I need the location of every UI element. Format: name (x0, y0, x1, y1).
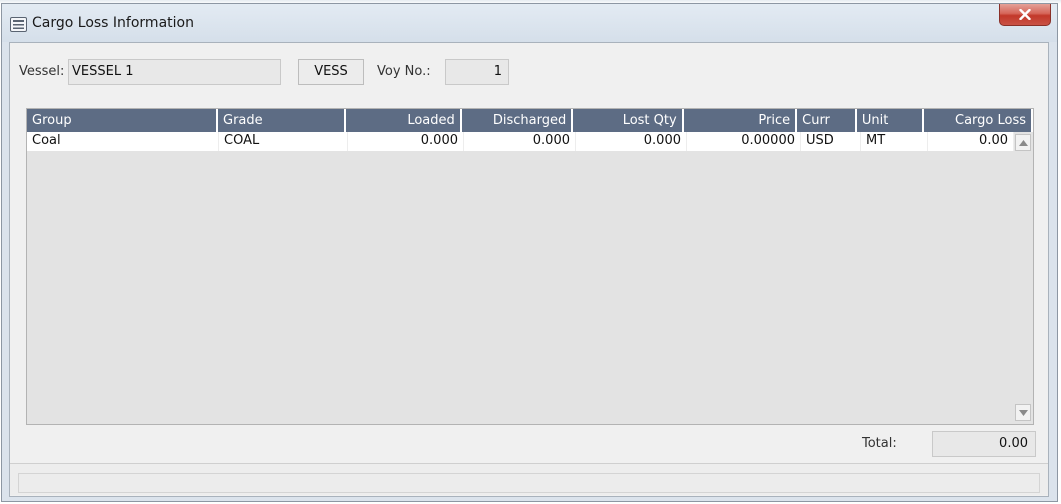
cell-curr[interactable]: USD (801, 132, 861, 151)
title-bar[interactable]: Cargo Loss Information (2, 4, 1057, 42)
window-title: Cargo Loss Information (32, 15, 194, 31)
vertical-scrollbar[interactable] (1014, 132, 1033, 424)
column-header-cargo-loss[interactable]: Cargo Loss (923, 109, 1034, 132)
table-row[interactable]: Coal COAL 0.000 0.000 0.000 0.00000 USD … (27, 132, 1033, 151)
column-header-loaded[interactable]: Loaded (346, 109, 462, 132)
cell-grade[interactable]: COAL (219, 132, 348, 151)
cell-cargo-loss[interactable]: 0.00 (928, 132, 1014, 151)
total-field[interactable]: 0.00 (932, 431, 1036, 457)
vessel-field[interactable]: VESSEL 1 (68, 59, 281, 85)
cell-unit[interactable]: MT (861, 132, 928, 151)
cell-group[interactable]: Coal (27, 132, 219, 151)
status-bar-panel (18, 473, 1040, 493)
scroll-up-button[interactable] (1015, 134, 1031, 151)
voy-no-label: Voy No.: (377, 64, 431, 79)
vessel-label: Vessel: (19, 64, 65, 79)
cell-discharged[interactable]: 0.000 (464, 132, 576, 151)
close-x-icon (1019, 9, 1031, 20)
status-bar (10, 463, 1048, 495)
column-header-discharged[interactable]: Discharged (461, 109, 574, 132)
voy-no-field[interactable]: 1 (445, 59, 509, 85)
chevron-down-icon (1018, 409, 1028, 416)
total-label: Total: (862, 436, 897, 451)
close-button[interactable] (999, 4, 1051, 26)
cargo-loss-grid: Group Grade Loaded Discharged Lost Qty P… (26, 108, 1034, 425)
vessel-code-field[interactable]: VESS (298, 59, 364, 85)
grid-header: Group Grade Loaded Discharged Lost Qty P… (27, 109, 1034, 132)
cell-price[interactable]: 0.00000 (687, 132, 801, 151)
cell-lost-qty[interactable]: 0.000 (576, 132, 687, 151)
cell-loaded[interactable]: 0.000 (348, 132, 464, 151)
column-header-lost-qty[interactable]: Lost Qty (573, 109, 684, 132)
cargo-loss-window: Cargo Loss Information Vessel: VESSEL 1 … (1, 3, 1058, 502)
column-header-group[interactable]: Group (27, 109, 218, 132)
column-header-curr[interactable]: Curr (797, 109, 857, 132)
column-header-grade[interactable]: Grade (218, 109, 347, 132)
scroll-down-button[interactable] (1015, 404, 1031, 421)
column-header-unit[interactable]: Unit (856, 109, 924, 132)
client-area: Vessel: VESSEL 1 VESS Voy No.: 1 Group G… (9, 42, 1049, 497)
document-icon (10, 17, 27, 32)
chevron-up-icon (1018, 139, 1028, 146)
column-header-price[interactable]: Price (683, 109, 798, 132)
